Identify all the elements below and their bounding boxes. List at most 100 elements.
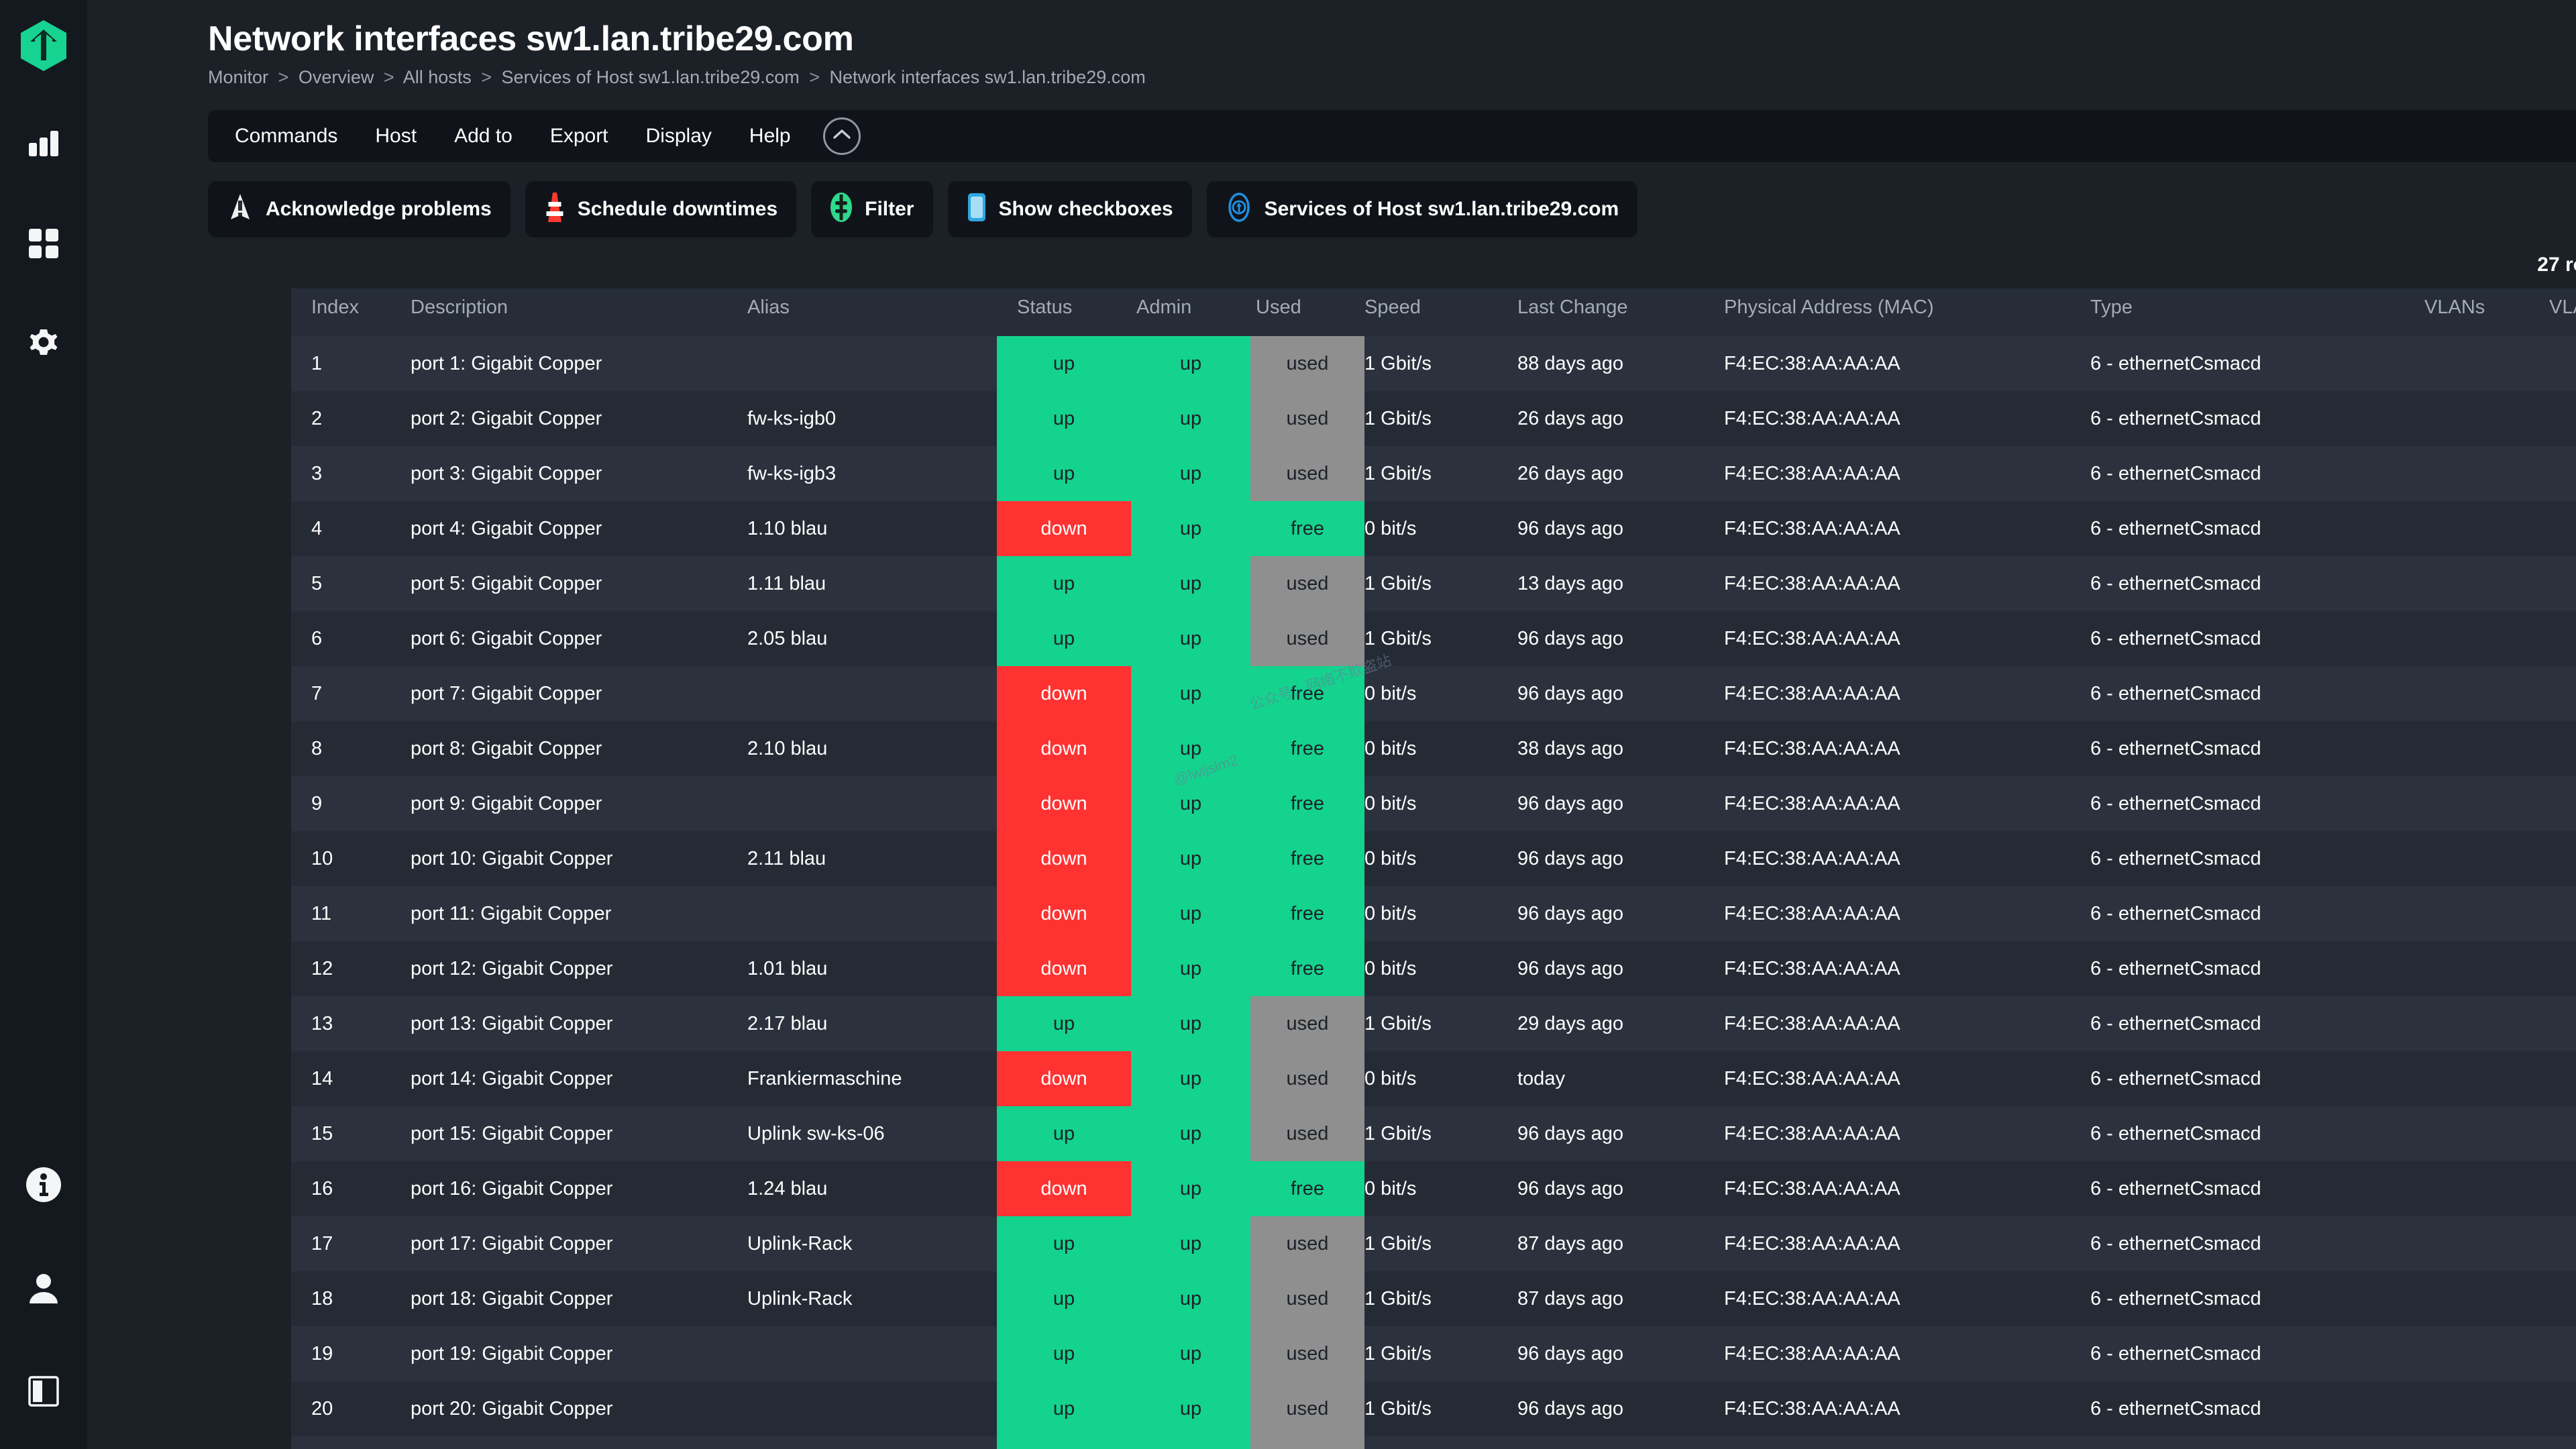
cell-alias: 1.11 blau: [747, 556, 997, 611]
column-header-alias[interactable]: Alias: [747, 288, 997, 336]
cell-admin: up: [1131, 1216, 1250, 1271]
breadcrumb-separator: >: [278, 67, 289, 88]
collapse-menu-button[interactable]: [822, 117, 861, 155]
table-row[interactable]: 16 port 16: Gigabit Copper 1.24 blau down up…: [291, 1161, 2576, 1216]
column-header-speed[interactable]: Speed: [1364, 288, 1517, 336]
cell-admin: up: [1131, 1381, 1250, 1436]
table-row[interactable]: 21port 21: Gigabit Copperupupused1 Gbit/…: [291, 1436, 2576, 1449]
show-checkboxes-button[interactable]: Show checkboxes: [947, 180, 1192, 237]
cell-index: 21: [291, 1436, 411, 1449]
checkmk-logo-icon[interactable]: [21, 20, 66, 74]
menu-item-export[interactable]: Export: [533, 117, 626, 156]
table-row[interactable]: 17 port 17: Gigabit Copper Uplink-Rack up up…: [291, 1216, 2576, 1271]
filter-button[interactable]: Filter: [811, 180, 933, 237]
column-header-description[interactable]: Description: [411, 288, 747, 336]
cell-type: 6 - ethernetCsmacd: [2090, 1161, 2424, 1216]
cell-description: port 10: Gigabit Copper: [411, 831, 747, 886]
column-header-admin[interactable]: Admin: [1131, 288, 1250, 336]
table-row[interactable]: 2 port 2: Gigabit Copper fw-ks-igb0 up up use…: [291, 391, 2576, 446]
breadcrumb-item-all-hosts[interactable]: All hosts: [403, 67, 472, 87]
table-row[interactable]: 11 port 11: Gigabit Copper down up free 0 bit…: [291, 886, 2576, 941]
breadcrumb-item-monitor[interactable]: Monitor: [208, 67, 268, 87]
cell-mac: F4:EC:38:AA:AA:AA: [1724, 391, 2090, 446]
menu-item-add-to[interactable]: Add to: [437, 117, 530, 156]
grid-icon: [27, 227, 60, 264]
bar-chart-icon: [26, 124, 61, 162]
table-row[interactable]: 7 port 7: Gigabit Copper down up free 0 bit/s…: [291, 666, 2576, 721]
menu-item-help[interactable]: Help: [732, 117, 808, 156]
table-row[interactable]: 10 port 10: Gigabit Copper 2.11 blau down up…: [291, 831, 2576, 886]
cell-type: 6 - ethernetCsmacd: [2090, 996, 2424, 1051]
table-row[interactable]: 18 port 18: Gigabit Copper Uplink-Rack up up…: [291, 1271, 2576, 1326]
cell-alias: 1.01 blau: [747, 941, 997, 996]
cell-alias: Uplink-Rack: [747, 1216, 997, 1271]
cell-vlans: [2424, 1326, 2549, 1381]
info-icon: [25, 1167, 62, 1206]
cell-speed: 1 Gbit/s: [1364, 391, 1517, 446]
table-row[interactable]: 9 port 9: Gigabit Copper down up free 0 bit/s…: [291, 776, 2576, 831]
column-header-mac[interactable]: Physical Address (MAC): [1724, 288, 2090, 336]
downtime-cone-icon: [544, 192, 566, 226]
cell-description: port 21: Gigabit Copper: [411, 1436, 747, 1449]
menu-item-host[interactable]: Host: [358, 117, 434, 156]
column-header-vlan-type[interactable]: VLAN type: [2549, 288, 2576, 336]
services-of-host-button[interactable]: Services of Host sw1.lan.tribe29.com: [1206, 180, 1638, 237]
cell-description: port 16: Gigabit Copper: [411, 1161, 747, 1216]
schedule-downtimes-button[interactable]: Schedule downtimes: [525, 180, 797, 237]
column-header-used[interactable]: Used: [1250, 288, 1364, 336]
cell-mac: F4:EC:38:AA:AA:AA: [1724, 996, 2090, 1051]
table-row[interactable]: 13 port 13: Gigabit Copper 2.17 blau up up us…: [291, 996, 2576, 1051]
cell-last-change: 96 days ago: [1517, 1161, 1724, 1216]
cell-index: 8: [291, 721, 411, 776]
table-row[interactable]: 8 port 8: Gigabit Copper 2.10 blau down up fr…: [291, 721, 2576, 776]
cell-last-change: 38 days ago: [1517, 721, 1724, 776]
cell-admin: up: [1131, 391, 1250, 446]
cell-index: 19: [291, 1326, 411, 1381]
table-row[interactable]: 20 port 20: Gigabit Copper up up used 1 Gbit/…: [291, 1381, 2576, 1436]
table-row[interactable]: 19 port 19: Gigabit Copper up up used 1 Gbit/…: [291, 1326, 2576, 1381]
sidebar-item-info[interactable]: [22, 1165, 65, 1208]
table-row[interactable]: 1 port 1: Gigabit Copper up up used 1 Gbit/s 8…: [291, 336, 2576, 391]
table-row[interactable]: 4 port 4: Gigabit Copper 1.10 blau down up fr…: [291, 501, 2576, 556]
cell-index: 3: [291, 446, 411, 501]
table-row[interactable]: 15 port 15: Gigabit Copper Uplink sw-ks-06…: [291, 1106, 2576, 1161]
table-row[interactable]: 6 port 6: Gigabit Copper 2.05 blau up up used…: [291, 611, 2576, 666]
breadcrumb-item-overview[interactable]: Overview: [299, 67, 374, 87]
acknowledge-problems-button[interactable]: Acknowledge problems: [208, 180, 511, 237]
cell-admin: up: [1131, 776, 1250, 831]
cell-used: used: [1250, 556, 1364, 611]
cell-speed: 1 Gbit/s: [1364, 1106, 1517, 1161]
table-row[interactable]: 14 port 14: Gigabit Copper Frankiermaschin…: [291, 1051, 2576, 1106]
cell-vlan-type: [2549, 446, 2576, 501]
cell-vlan-type: [2549, 501, 2576, 556]
cell-vlan-type: [2549, 996, 2576, 1051]
column-header-type[interactable]: Type: [2090, 288, 2424, 336]
cell-mac: F4:EC:38:AA:AA:AA: [1724, 1381, 2090, 1436]
cell-status: up: [997, 336, 1131, 391]
menu-item-display[interactable]: Display: [629, 117, 729, 156]
sidebar-item-customize[interactable]: [22, 223, 65, 266]
menu-item-commands[interactable]: Commands: [217, 117, 355, 156]
cell-type: 6 - ethernetCsmacd: [2090, 336, 2424, 391]
column-header-status[interactable]: Status: [997, 288, 1131, 336]
cell-mac: F4:EC:38:AA:AA:AA: [1724, 721, 2090, 776]
cell-alias: [747, 666, 997, 721]
column-header-last-change[interactable]: Last Change: [1517, 288, 1724, 336]
table-row[interactable]: 3 port 3: Gigabit Copper fw-ks-igb3 up up use…: [291, 446, 2576, 501]
table-header: Index Description Alias Status Admin Use…: [291, 288, 2576, 336]
cell-vlan-type: [2549, 776, 2576, 831]
sidebar-item-setup[interactable]: [22, 325, 65, 368]
sidebar-toggle-button[interactable]: [22, 1371, 65, 1414]
breadcrumb-item-services-of-host[interactable]: Services of Host sw1.lan.tribe29.com: [502, 67, 800, 87]
cell-status: up: [997, 1216, 1131, 1271]
sidebar-item-monitor[interactable]: [22, 121, 65, 164]
column-header-vlans[interactable]: VLANs: [2424, 288, 2549, 336]
table-row[interactable]: 12 port 12: Gigabit Copper 1.01 blau down up…: [291, 941, 2576, 996]
sidebar-item-user[interactable]: [22, 1268, 65, 1311]
cell-status: up: [997, 446, 1131, 501]
table-row[interactable]: 5 port 5: Gigabit Copper 1.11 blau up up used…: [291, 556, 2576, 611]
sidebar-toggle-icon: [28, 1375, 60, 1411]
column-header-index[interactable]: Index: [291, 288, 411, 336]
cell-alias: 2.11 blau: [747, 831, 997, 886]
cell-type: 6 - ethernetCsmacd: [2090, 391, 2424, 446]
